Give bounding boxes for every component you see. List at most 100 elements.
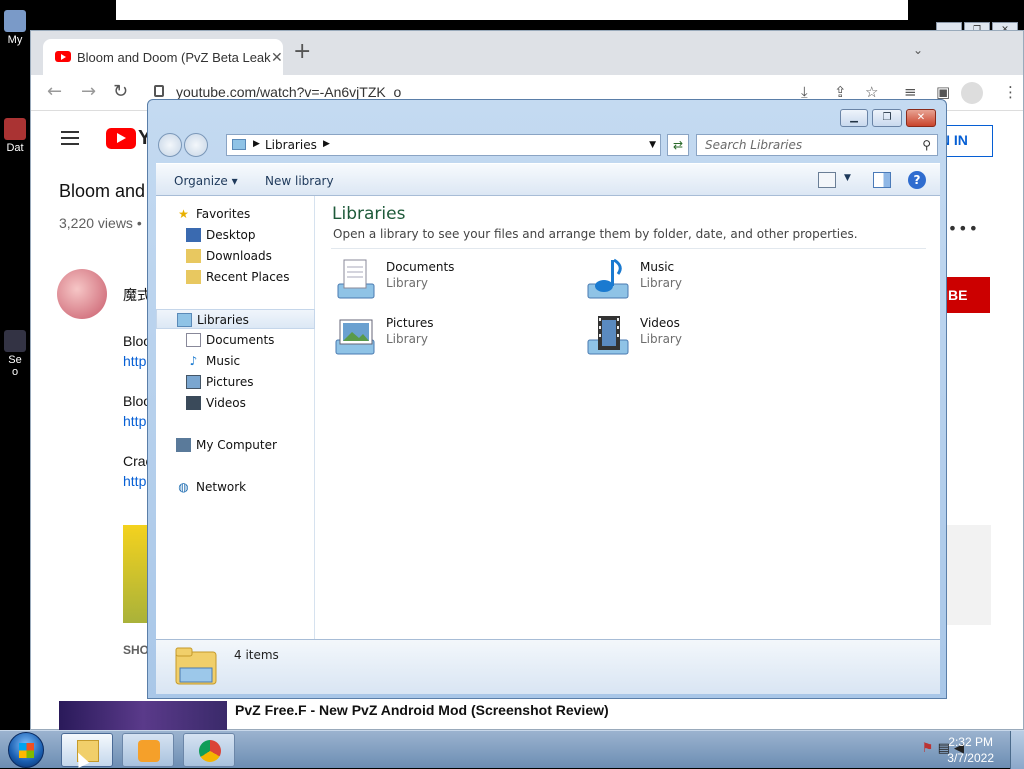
breadcrumb-libraries[interactable]: Libraries bbox=[265, 138, 317, 152]
nav-item-favorites[interactable]: ★ Favorites bbox=[156, 204, 315, 224]
show-desktop-button[interactable] bbox=[1010, 731, 1024, 769]
action-center-flag-icon[interactable]: ⚑ bbox=[922, 741, 934, 756]
hamburger-menu-icon[interactable] bbox=[61, 131, 79, 145]
desktop-icon-settings[interactable]: Se o bbox=[0, 330, 30, 378]
refresh-icon[interactable]: ⇄ bbox=[667, 134, 689, 156]
nav-item-music[interactable]: ♪ Music bbox=[156, 351, 315, 371]
nav-label: Desktop bbox=[206, 228, 256, 242]
libraries-folder-large-icon bbox=[175, 647, 217, 685]
nav-item-libraries[interactable]: Libraries bbox=[156, 309, 315, 329]
view-dropdown-icon[interactable]: ▼ bbox=[844, 173, 851, 183]
new-tab-button[interactable]: + bbox=[293, 41, 311, 63]
close-button[interactable]: ✕ bbox=[906, 109, 936, 127]
nav-label: Videos bbox=[206, 396, 246, 410]
library-pictures[interactable]: Pictures Library bbox=[332, 314, 572, 364]
back-button-icon[interactable] bbox=[158, 133, 182, 157]
channel-avatar[interactable] bbox=[57, 269, 107, 319]
title-divider bbox=[331, 248, 926, 249]
taskbar-chrome-button[interactable] bbox=[183, 733, 235, 767]
chrome-icon bbox=[199, 740, 221, 762]
navigation-buttons bbox=[158, 133, 210, 157]
forward-arrow-icon[interactable]: → bbox=[81, 83, 96, 101]
youtube-logo-icon[interactable] bbox=[106, 128, 136, 149]
nav-label: Documents bbox=[206, 333, 275, 347]
change-view-icon[interactable] bbox=[818, 172, 836, 188]
description-link[interactable]: http bbox=[123, 473, 146, 489]
more-actions-icon[interactable]: ••• bbox=[948, 219, 979, 238]
clock[interactable]: 2:32 PM 3/7/2022 bbox=[947, 734, 994, 766]
address-dropdown-icon[interactable]: ▼ bbox=[649, 140, 656, 150]
related-video-title[interactable]: PvZ Free.F - New PvZ Android Mod (Screen… bbox=[235, 702, 609, 718]
youtube-favicon-icon bbox=[55, 51, 71, 62]
documents-library-icon bbox=[337, 259, 375, 299]
explorer-window: ▁ ❐ ✕ ▶ Libraries ▶ ▼ ⇄ Search Libraries… bbox=[147, 99, 947, 699]
tab-close-icon[interactable]: ✕ bbox=[271, 49, 283, 66]
breadcrumb-arrow-icon[interactable]: ▶ bbox=[253, 139, 260, 149]
desktop-icon-label: My bbox=[7, 34, 23, 46]
description-link[interactable]: http bbox=[123, 413, 146, 429]
view-count: 3,220 views • bbox=[59, 215, 142, 231]
nav-label: My Computer bbox=[196, 438, 277, 452]
nav-item-documents[interactable]: Documents bbox=[156, 330, 315, 350]
nav-item-recent-places[interactable]: Recent Places bbox=[156, 267, 315, 287]
new-library-button[interactable]: New library bbox=[265, 174, 334, 188]
videos-filmstrip-icon bbox=[186, 396, 201, 410]
desktop-icon bbox=[186, 228, 201, 242]
url-field[interactable]: youtube.com/watch?v=-An6vjTZK_o bbox=[176, 84, 401, 100]
nav-item-my-computer[interactable]: My Computer bbox=[156, 435, 315, 455]
lock-icon[interactable] bbox=[154, 85, 164, 97]
desktop-icon-data[interactable]: Dat bbox=[0, 118, 30, 154]
profile-avatar-icon[interactable] bbox=[961, 82, 983, 104]
nav-item-pictures[interactable]: Pictures bbox=[156, 372, 315, 392]
nav-label: Network bbox=[196, 480, 247, 494]
pictures-library-icon bbox=[335, 319, 375, 355]
nav-label: Music bbox=[206, 354, 241, 368]
library-name: Documents bbox=[386, 260, 455, 274]
forward-button-icon[interactable] bbox=[184, 133, 208, 157]
details-pane: 4 items bbox=[156, 639, 940, 694]
computer-icon bbox=[176, 438, 191, 452]
nav-item-desktop[interactable]: Desktop bbox=[156, 225, 315, 245]
library-type: Library bbox=[386, 276, 428, 290]
start-button[interactable] bbox=[8, 732, 44, 768]
top-white-strip bbox=[116, 0, 908, 20]
taskbar: ⚑ ▤ ◀ 2:32 PM 3/7/2022 bbox=[0, 730, 1024, 769]
search-input[interactable]: Search Libraries ⚲ bbox=[696, 134, 938, 156]
nav-label: Recent Places bbox=[206, 270, 290, 284]
library-music[interactable]: Music Library bbox=[586, 258, 826, 308]
back-arrow-icon[interactable]: ← bbox=[47, 83, 62, 101]
address-bar[interactable]: ▶ Libraries ▶ ▼ bbox=[226, 134, 661, 156]
item-count: 4 items bbox=[234, 648, 279, 662]
preview-pane-icon[interactable] bbox=[873, 172, 891, 188]
documents-icon bbox=[186, 333, 201, 347]
show-more-link[interactable]: SHO bbox=[123, 643, 149, 657]
browser-tab[interactable]: Bloom and Doom (PvZ Beta Leak ✕ bbox=[43, 39, 283, 75]
taskbar-media-player-button[interactable] bbox=[122, 733, 174, 767]
related-video-thumbnail[interactable] bbox=[59, 701, 227, 731]
minimize-button[interactable]: ▁ bbox=[840, 109, 868, 127]
nav-label: Pictures bbox=[206, 375, 254, 389]
page-description: Open a library to see your files and arr… bbox=[333, 227, 858, 241]
downloads-folder-icon bbox=[186, 249, 201, 263]
nav-item-downloads[interactable]: Downloads bbox=[156, 246, 315, 266]
library-documents[interactable]: Documents Library bbox=[332, 258, 572, 308]
breadcrumb-arrow-icon[interactable]: ▶ bbox=[323, 139, 330, 149]
search-icon[interactable]: ⚲ bbox=[922, 138, 931, 152]
library-videos[interactable]: Videos Library bbox=[586, 314, 826, 364]
desktop-icon-my-computer[interactable]: My bbox=[0, 10, 30, 46]
maximize-button[interactable]: ❐ bbox=[872, 109, 902, 127]
network-icon: ◍ bbox=[178, 480, 189, 494]
nav-item-network[interactable]: ◍ Network bbox=[156, 477, 315, 497]
nav-item-videos[interactable]: Videos bbox=[156, 393, 315, 413]
reload-icon[interactable]: ↻ bbox=[113, 83, 128, 101]
organize-button[interactable]: Organize ▾ bbox=[174, 174, 238, 188]
tab-search-chevron-icon[interactable]: ⌄ bbox=[913, 43, 923, 57]
help-icon[interactable]: ? bbox=[908, 171, 926, 189]
libraries-folder-icon bbox=[232, 139, 246, 150]
description-link[interactable]: http bbox=[123, 353, 146, 369]
library-type: Library bbox=[386, 332, 428, 346]
library-type: Library bbox=[640, 276, 682, 290]
menu-kebab-icon[interactable]: ⋮ bbox=[1003, 83, 1018, 101]
libraries-content: Libraries Open a library to see your fil… bbox=[315, 196, 940, 639]
search-placeholder: Search Libraries bbox=[705, 138, 803, 152]
